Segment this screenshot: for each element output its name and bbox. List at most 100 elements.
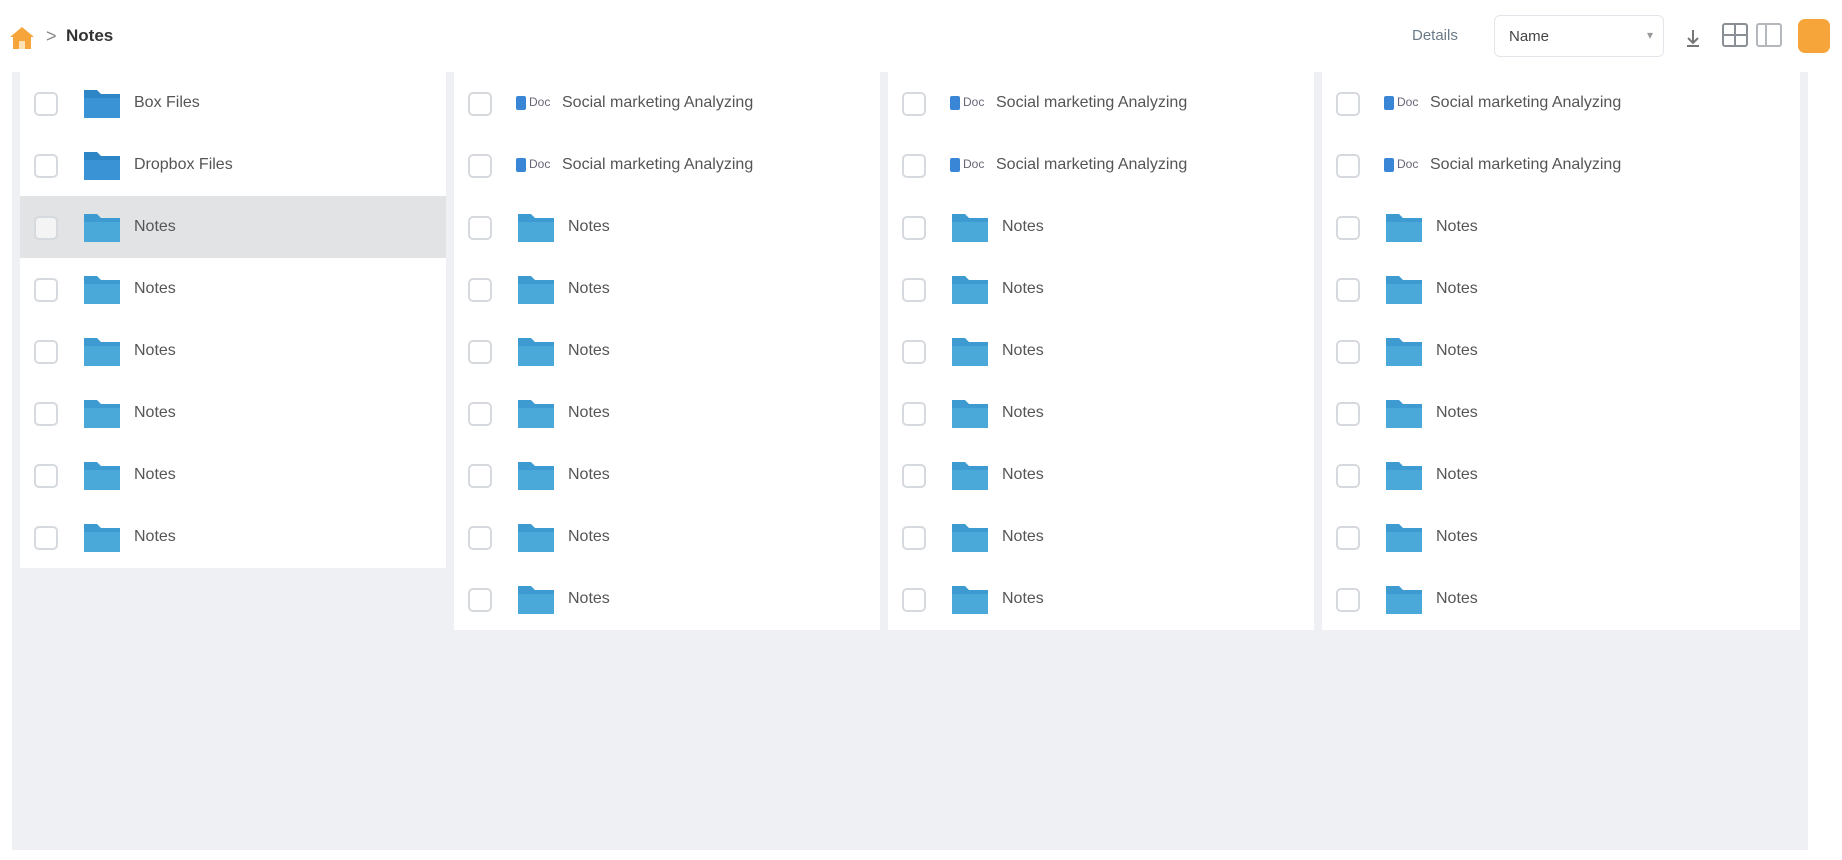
folder-icon <box>952 400 988 428</box>
folder-icon <box>1386 462 1422 490</box>
grid-view-icon[interactable] <box>1720 20 1750 50</box>
folder-name: Notes <box>1002 528 1044 545</box>
user-icon[interactable] <box>1798 19 1830 53</box>
row-checkbox[interactable] <box>34 278 58 302</box>
details-button[interactable]: Details <box>1412 27 1458 44</box>
row-checkbox[interactable] <box>34 92 58 116</box>
file-row[interactable]: Doc Social marketing Analyzing <box>454 134 932 198</box>
row-checkbox[interactable] <box>468 154 492 178</box>
folder-name: Notes <box>1436 466 1478 483</box>
folder-icon <box>952 586 988 614</box>
folder-row[interactable]: Notes <box>1322 506 1800 570</box>
file-row[interactable]: Doc Social marketing Analyzing <box>454 72 932 136</box>
folder-row[interactable]: Notes <box>1322 568 1800 632</box>
file-row[interactable]: Doc Social marketing Analyzing <box>888 134 1366 198</box>
folder-icon <box>952 524 988 552</box>
row-checkbox[interactable] <box>34 402 58 426</box>
folder-row[interactable]: Notes <box>888 444 1366 508</box>
folder-icon <box>518 400 554 428</box>
row-checkbox[interactable] <box>1336 402 1360 426</box>
folder-name: Notes <box>1436 528 1478 545</box>
row-checkbox[interactable] <box>902 526 926 550</box>
folder-row[interactable]: Notes <box>1322 382 1800 446</box>
folder-icon <box>1386 524 1422 552</box>
row-checkbox[interactable] <box>468 340 492 364</box>
row-checkbox[interactable] <box>902 588 926 612</box>
folder-name: Notes <box>134 404 176 421</box>
folder-row[interactable]: Notes <box>454 258 932 322</box>
folder-row[interactable]: Notes <box>20 196 498 260</box>
file-row[interactable]: Doc Social marketing Analyzing <box>1322 134 1800 198</box>
row-checkbox[interactable] <box>468 526 492 550</box>
folder-icon <box>84 524 120 552</box>
row-checkbox[interactable] <box>34 526 58 550</box>
row-checkbox[interactable] <box>1336 154 1360 178</box>
file-row[interactable]: Doc Social marketing Analyzing <box>1322 72 1800 136</box>
row-checkbox[interactable] <box>1336 526 1360 550</box>
folder-row[interactable]: Notes <box>454 382 932 446</box>
folder-row[interactable]: Notes <box>20 320 498 384</box>
folder-row[interactable]: Notes <box>454 444 932 508</box>
folder-row[interactable]: Notes <box>1322 258 1800 322</box>
row-checkbox[interactable] <box>902 402 926 426</box>
row-checkbox[interactable] <box>34 216 58 240</box>
home-icon[interactable] <box>8 24 36 52</box>
row-checkbox[interactable] <box>902 340 926 364</box>
folder-row[interactable]: Notes <box>1322 444 1800 508</box>
row-checkbox[interactable] <box>1336 464 1360 488</box>
document-icon: Doc <box>516 94 556 112</box>
row-checkbox[interactable] <box>468 464 492 488</box>
folder-row[interactable]: Notes <box>454 506 932 570</box>
folder-row[interactable]: Notes <box>1322 196 1800 260</box>
columns-view-icon[interactable] <box>1754 20 1784 50</box>
file-thumb-label: Doc <box>1397 157 1419 171</box>
folder-row[interactable]: Box Files <box>20 72 498 136</box>
folder-row[interactable]: Notes <box>888 382 1366 446</box>
row-checkbox[interactable] <box>902 154 926 178</box>
sort-dropdown[interactable]: Name ▾ <box>1494 15 1664 57</box>
folder-row[interactable]: Notes <box>1322 320 1800 384</box>
folder-row[interactable]: Notes <box>20 258 498 322</box>
folder-row[interactable]: Notes <box>454 320 932 384</box>
folder-row[interactable]: Dropbox Files <box>20 134 498 198</box>
row-checkbox[interactable] <box>902 92 926 116</box>
folder-icon <box>952 462 988 490</box>
row-checkbox[interactable] <box>468 588 492 612</box>
row-checkbox[interactable] <box>902 216 926 240</box>
folder-row[interactable]: Notes <box>888 320 1366 384</box>
folder-icon <box>84 276 120 304</box>
folder-row[interactable]: Notes <box>888 196 1366 260</box>
row-checkbox[interactable] <box>1336 588 1360 612</box>
row-checkbox[interactable] <box>1336 278 1360 302</box>
folder-name: Box Files <box>134 94 200 111</box>
row-checkbox[interactable] <box>468 216 492 240</box>
row-checkbox[interactable] <box>1336 216 1360 240</box>
folder-row[interactable]: Notes <box>454 196 932 260</box>
folder-row[interactable]: Notes <box>888 568 1366 632</box>
row-checkbox[interactable] <box>34 340 58 364</box>
sort-arrow-icon[interactable] <box>1678 22 1708 52</box>
folder-row[interactable]: Notes <box>888 506 1366 570</box>
file-row[interactable]: Doc Social marketing Analyzing <box>888 72 1366 136</box>
row-checkbox[interactable] <box>1336 340 1360 364</box>
row-checkbox[interactable] <box>34 464 58 488</box>
row-checkbox[interactable] <box>468 92 492 116</box>
row-checkbox[interactable] <box>468 278 492 302</box>
row-checkbox[interactable] <box>902 464 926 488</box>
folder-row[interactable]: Notes <box>20 444 498 508</box>
file-name: Social marketing Analyzing <box>1430 94 1622 111</box>
folder-name: Notes <box>1436 280 1478 297</box>
folder-icon <box>518 524 554 552</box>
folder-row[interactable]: Notes <box>20 506 498 570</box>
row-checkbox[interactable] <box>468 402 492 426</box>
folder-row[interactable]: Notes <box>888 258 1366 322</box>
folder-name: Notes <box>134 280 176 297</box>
folder-icon <box>1386 214 1422 242</box>
folder-name: Notes <box>1002 590 1044 607</box>
breadcrumb-current[interactable]: Notes <box>66 26 113 46</box>
row-checkbox[interactable] <box>902 278 926 302</box>
folder-row[interactable]: Notes <box>20 382 498 446</box>
row-checkbox[interactable] <box>1336 92 1360 116</box>
folder-row[interactable]: Notes <box>454 568 932 632</box>
row-checkbox[interactable] <box>34 154 58 178</box>
